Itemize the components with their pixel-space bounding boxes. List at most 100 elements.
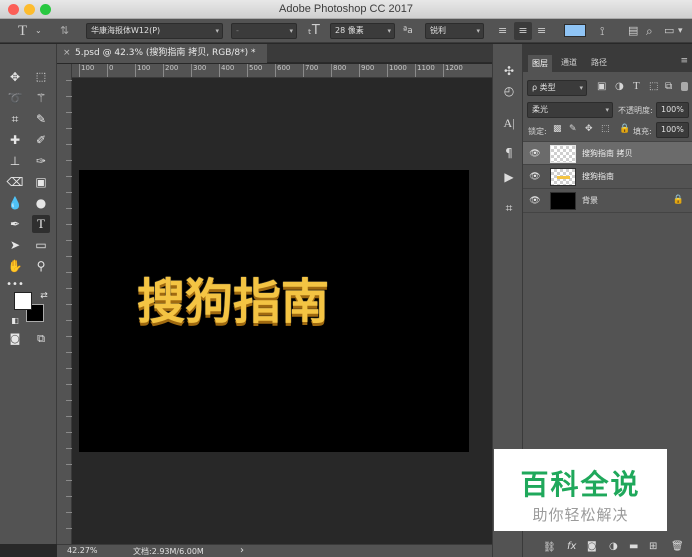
pen-tool-icon[interactable]: ✒ [6, 215, 24, 233]
delete-layer-icon[interactable]: 🗑 [671, 541, 684, 552]
ruler-tick-label: 800 [330, 64, 347, 77]
paragraph-styles-icon[interactable]: ¶ [500, 144, 518, 162]
text-orientation-icon[interactable]: ⇅ [60, 22, 69, 40]
hand-tool-icon[interactable]: ✋ [6, 257, 24, 275]
link-layers-icon[interactable]: ⛓ [543, 542, 556, 553]
move-tool-icon[interactable]: ✥ [6, 68, 24, 86]
filter-toggle[interactable] [681, 82, 688, 91]
lock-pixels-icon[interactable]: ✎ [569, 124, 577, 134]
anti-alias-icon: ªa [403, 26, 413, 36]
smart-object-filter-icon[interactable]: ⧉ [665, 81, 672, 92]
opacity-input[interactable]: 100% [656, 102, 689, 118]
canvas-text-layer[interactable]: 搜狗指南 [79, 262, 469, 332]
options-bar: T ⌄ ⇅ 华康海报体W12(P) ▾ - ▾ ₜT 28 像素 ▾ ªa 锐利 ▾ ≡… [0, 19, 692, 43]
fill-label: 填充: [633, 127, 652, 136]
chevron-down-icon[interactable]: ⌄ [35, 22, 42, 40]
foreground-color-swatch[interactable] [14, 292, 32, 310]
shape-filter-icon[interactable]: ⬚ [649, 81, 658, 92]
layer-row[interactable]: 👁 背景 🔒 [523, 189, 692, 213]
layer-style-icon[interactable]: fx [567, 541, 576, 552]
opacity-label: 不透明度: [618, 106, 653, 115]
panel-menu-icon[interactable]: ≡ [680, 56, 688, 66]
eye-icon[interactable]: 👁 [529, 171, 541, 183]
adjustment-filter-icon[interactable]: ◑ [615, 81, 624, 92]
eye-icon[interactable]: 👁 [529, 148, 541, 160]
layer-row[interactable]: 👁 搜狗指南 拷贝 [523, 141, 692, 165]
lock-position-icon[interactable]: ✥ [585, 124, 593, 134]
brush-tool-icon[interactable]: ✐ [32, 131, 50, 149]
clone-stamp-tool-icon[interactable]: ⊥ [6, 152, 24, 170]
ruler-tick-label: 1100 [415, 64, 435, 77]
history-brush-tool-icon[interactable]: ✑ [32, 152, 50, 170]
layer-row[interactable]: 👁 搜狗指南 [523, 165, 692, 189]
font-style-select[interactable]: - ▾ [231, 23, 297, 39]
healing-brush-tool-icon[interactable]: ✚ [6, 131, 24, 149]
align-center-icon[interactable]: ≡ [514, 22, 532, 40]
plugins-panel-icon[interactable]: ✣ [500, 62, 518, 80]
eyedropper-tool-icon[interactable]: ✎ [32, 110, 50, 128]
chevron-down-icon[interactable]: ▾ [678, 22, 683, 40]
chevron-down-icon: ▾ [476, 27, 480, 35]
lasso-tool-icon[interactable]: ➰ [6, 89, 24, 107]
new-layer-icon[interactable]: ⊞ [649, 541, 657, 552]
workspace-icon[interactable]: ▭ [664, 22, 674, 40]
font-size-value: 28 像素 [335, 26, 364, 35]
path-selection-tool-icon[interactable]: ➤ [6, 236, 24, 254]
rectangle-tool-icon[interactable]: ▭ [32, 236, 50, 254]
layer-filter-value: ρ 类型 [532, 83, 556, 92]
quick-mask-icon[interactable]: ◙ [6, 330, 24, 348]
lock-all-icon[interactable]: 🔒 [619, 124, 630, 134]
swap-colors-icon[interactable]: ⇄ [35, 287, 53, 305]
tab-layers[interactable]: 图层 [527, 54, 553, 72]
eraser-tool-icon[interactable]: ⌫ [6, 173, 24, 191]
character-panel-icon[interactable]: ▤ [628, 22, 638, 40]
status-menu-arrow[interactable]: › [240, 545, 244, 556]
crop-tool-icon[interactable]: ⌗ [6, 110, 24, 128]
font-family-value: 华康海报体W12(P) [91, 26, 161, 35]
tab-paths[interactable]: 路径 [587, 54, 611, 72]
new-group-icon[interactable]: ▬ [629, 541, 638, 552]
lock-artboard-icon[interactable]: ⬚ [601, 124, 610, 134]
default-colors-icon[interactable]: ◧ [6, 312, 24, 330]
magic-wand-tool-icon[interactable]: ⚚ [32, 89, 50, 107]
zoom-tool-icon[interactable]: ⚲ [32, 257, 50, 275]
close-tab-icon[interactable]: × [63, 44, 71, 63]
ruler-tick-label: 300 [190, 64, 207, 77]
properties-panel-icon[interactable]: ◴ [500, 82, 518, 100]
font-size-icon: ₜT [308, 23, 320, 38]
screen-mode-icon[interactable]: ⧉ [32, 330, 50, 348]
blur-tool-icon[interactable]: 💧 [6, 194, 24, 212]
eye-icon[interactable]: 👁 [529, 195, 541, 207]
font-size-select[interactable]: 28 像素 ▾ [330, 23, 395, 39]
add-mask-icon[interactable]: ◙ [587, 541, 597, 552]
font-family-select[interactable]: 华康海报体W12(P) ▾ [86, 23, 223, 39]
blend-mode-select[interactable]: 柔光 ▾ [527, 102, 613, 118]
warp-text-icon[interactable]: ⟟ [600, 22, 604, 40]
crop-panel-icon[interactable]: ⌗ [500, 199, 518, 217]
align-right-icon[interactable]: ≡ [537, 22, 546, 40]
lock-transparency-icon[interactable]: ▩ [553, 124, 562, 134]
actions-play-icon[interactable]: ▶ [500, 168, 518, 186]
gradient-tool-icon[interactable]: ▣ [32, 173, 50, 191]
type-tool-icon[interactable]: T [32, 215, 50, 233]
dodge-tool-icon[interactable]: ● [32, 194, 50, 212]
layer-filter-select[interactable]: ρ 类型 ▾ [527, 80, 587, 96]
text-color-swatch[interactable] [564, 24, 586, 37]
document-tab[interactable]: × 5.psd @ 42.3% (搜狗指南 拷贝, RGB/8*) * [57, 44, 267, 63]
search-icon[interactable]: ⌕ [646, 22, 653, 40]
align-left-icon[interactable]: ≡ [498, 22, 507, 40]
type-filter-icon[interactable]: T [633, 80, 640, 92]
document-canvas[interactable]: 搜狗指南 [79, 170, 469, 452]
zoom-level[interactable]: 42.27% [67, 546, 98, 555]
fill-input[interactable]: 100% [656, 122, 689, 138]
layer-thumbnail [550, 168, 576, 186]
anti-alias-select[interactable]: 锐利 ▾ [425, 23, 484, 39]
tab-channels[interactable]: 通道 [557, 54, 581, 72]
chevron-down-icon: ▾ [605, 106, 609, 114]
pixel-filter-icon[interactable]: ▣ [597, 81, 606, 92]
character-panel-icon[interactable]: A| [500, 114, 518, 132]
font-style-value: - [236, 26, 239, 35]
new-adjustment-layer-icon[interactable]: ◑ [609, 541, 618, 552]
marquee-tool-icon[interactable]: ⬚ [32, 68, 50, 86]
text-tool-preset-icon[interactable]: T [18, 22, 27, 40]
